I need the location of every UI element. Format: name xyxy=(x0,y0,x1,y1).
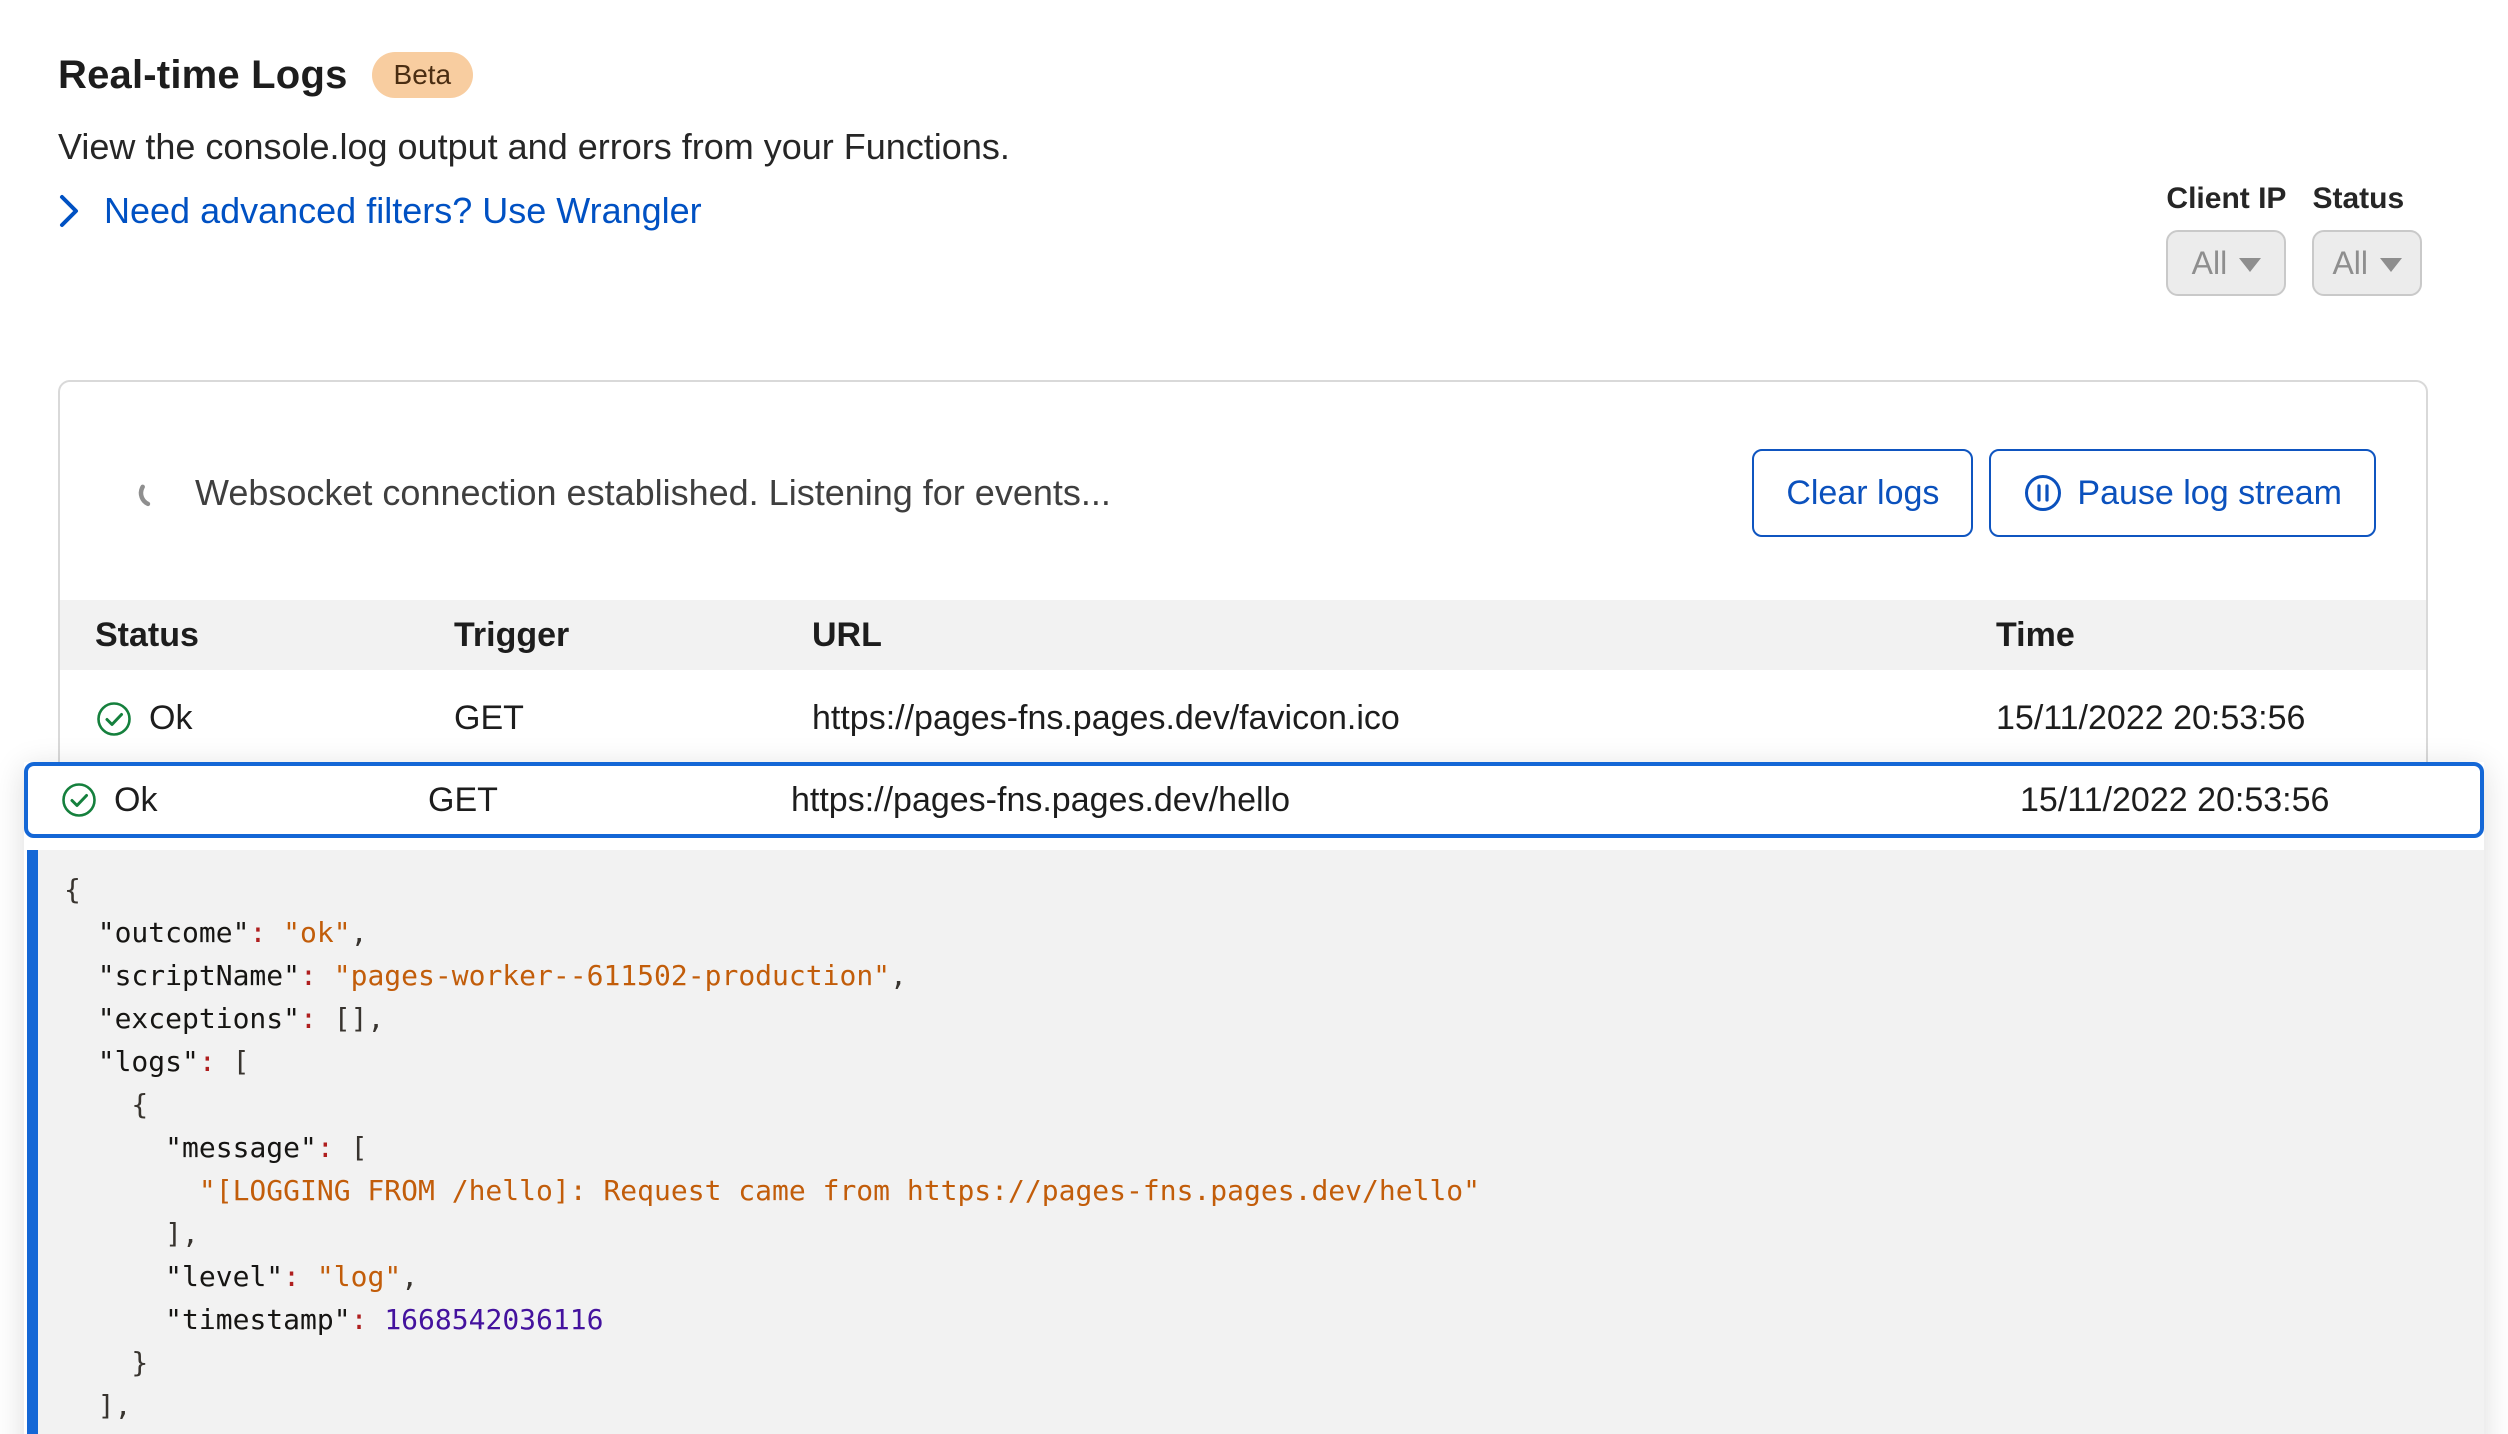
time-value: 15/11/2022 20:53:56 xyxy=(1996,699,2396,738)
column-status: Status xyxy=(95,616,454,655)
clear-logs-label: Clear logs xyxy=(1786,474,1939,513)
page-header: Real-time Logs Beta xyxy=(58,52,473,98)
panel-actions: Clear logs Pause log stream xyxy=(1752,449,2376,537)
client-ip-label: Client IP xyxy=(2166,182,2286,216)
time-value: 15/11/2022 20:53:56 xyxy=(2020,781,2450,820)
status-filter-value: All xyxy=(2332,245,2368,282)
url-value: https://pages-fns.pages.dev/favicon.ico xyxy=(812,699,1996,738)
pause-log-stream-button[interactable]: Pause log stream xyxy=(1989,449,2376,537)
status-filter: Status All xyxy=(2312,182,2422,296)
clear-logs-button[interactable]: Clear logs xyxy=(1752,449,1973,537)
chevron-right-icon xyxy=(58,194,80,228)
column-url: URL xyxy=(812,616,1996,655)
filters: Client IP All Status All xyxy=(2166,182,2422,296)
status-value: Ok xyxy=(149,699,192,738)
expanded-log-entry: Ok GET https://pages-fns.pages.dev/hello… xyxy=(24,762,2484,1434)
table-row-selected[interactable]: Ok GET https://pages-fns.pages.dev/hello… xyxy=(24,762,2484,838)
check-circle-icon xyxy=(95,700,133,738)
wrangler-link-label: Need advanced filters? Use Wrangler xyxy=(104,190,702,232)
trigger-value: GET xyxy=(428,781,791,820)
pause-log-stream-label: Pause log stream xyxy=(2077,474,2342,513)
url-value: https://pages-fns.pages.dev/hello xyxy=(791,781,2020,820)
page-title: Real-time Logs xyxy=(58,53,348,98)
column-time: Time xyxy=(1996,616,2396,655)
client-ip-dropdown[interactable]: All xyxy=(2166,230,2286,296)
status-value: Ok xyxy=(114,781,157,820)
table-header: Status Trigger URL Time xyxy=(60,600,2426,670)
trigger-value: GET xyxy=(454,699,812,738)
status-cell: Ok xyxy=(60,781,428,820)
websocket-status-text: Websocket connection established. Listen… xyxy=(195,472,1111,514)
client-ip-value: All xyxy=(2192,245,2228,282)
spinner-icon xyxy=(137,477,169,509)
websocket-status-bar: Websocket connection established. Listen… xyxy=(60,440,2426,546)
pause-icon xyxy=(2023,473,2063,513)
log-detail: { "outcome": "ok", "scriptName": "pages-… xyxy=(24,850,2484,1434)
wrangler-filters-link[interactable]: Need advanced filters? Use Wrangler xyxy=(58,190,702,232)
table-row[interactable]: Ok GET https://pages-fns.pages.dev/favic… xyxy=(60,670,2426,767)
status-cell: Ok xyxy=(95,699,454,738)
check-circle-icon xyxy=(60,781,98,819)
json-code: { "outcome": "ok", "scriptName": "pages-… xyxy=(38,850,2484,1434)
selected-accent-bar xyxy=(27,850,38,1434)
caret-down-icon xyxy=(2239,258,2261,272)
realtime-logs-page: Real-time Logs Beta View the console.log… xyxy=(0,0,2508,1434)
page-subtitle: View the console.log output and errors f… xyxy=(58,126,1010,168)
beta-badge: Beta xyxy=(372,52,474,98)
column-trigger: Trigger xyxy=(454,616,812,655)
status-dropdown[interactable]: All xyxy=(2312,230,2422,296)
status-filter-label: Status xyxy=(2312,182,2422,216)
client-ip-filter: Client IP All xyxy=(2166,182,2286,296)
caret-down-icon xyxy=(2380,258,2402,272)
